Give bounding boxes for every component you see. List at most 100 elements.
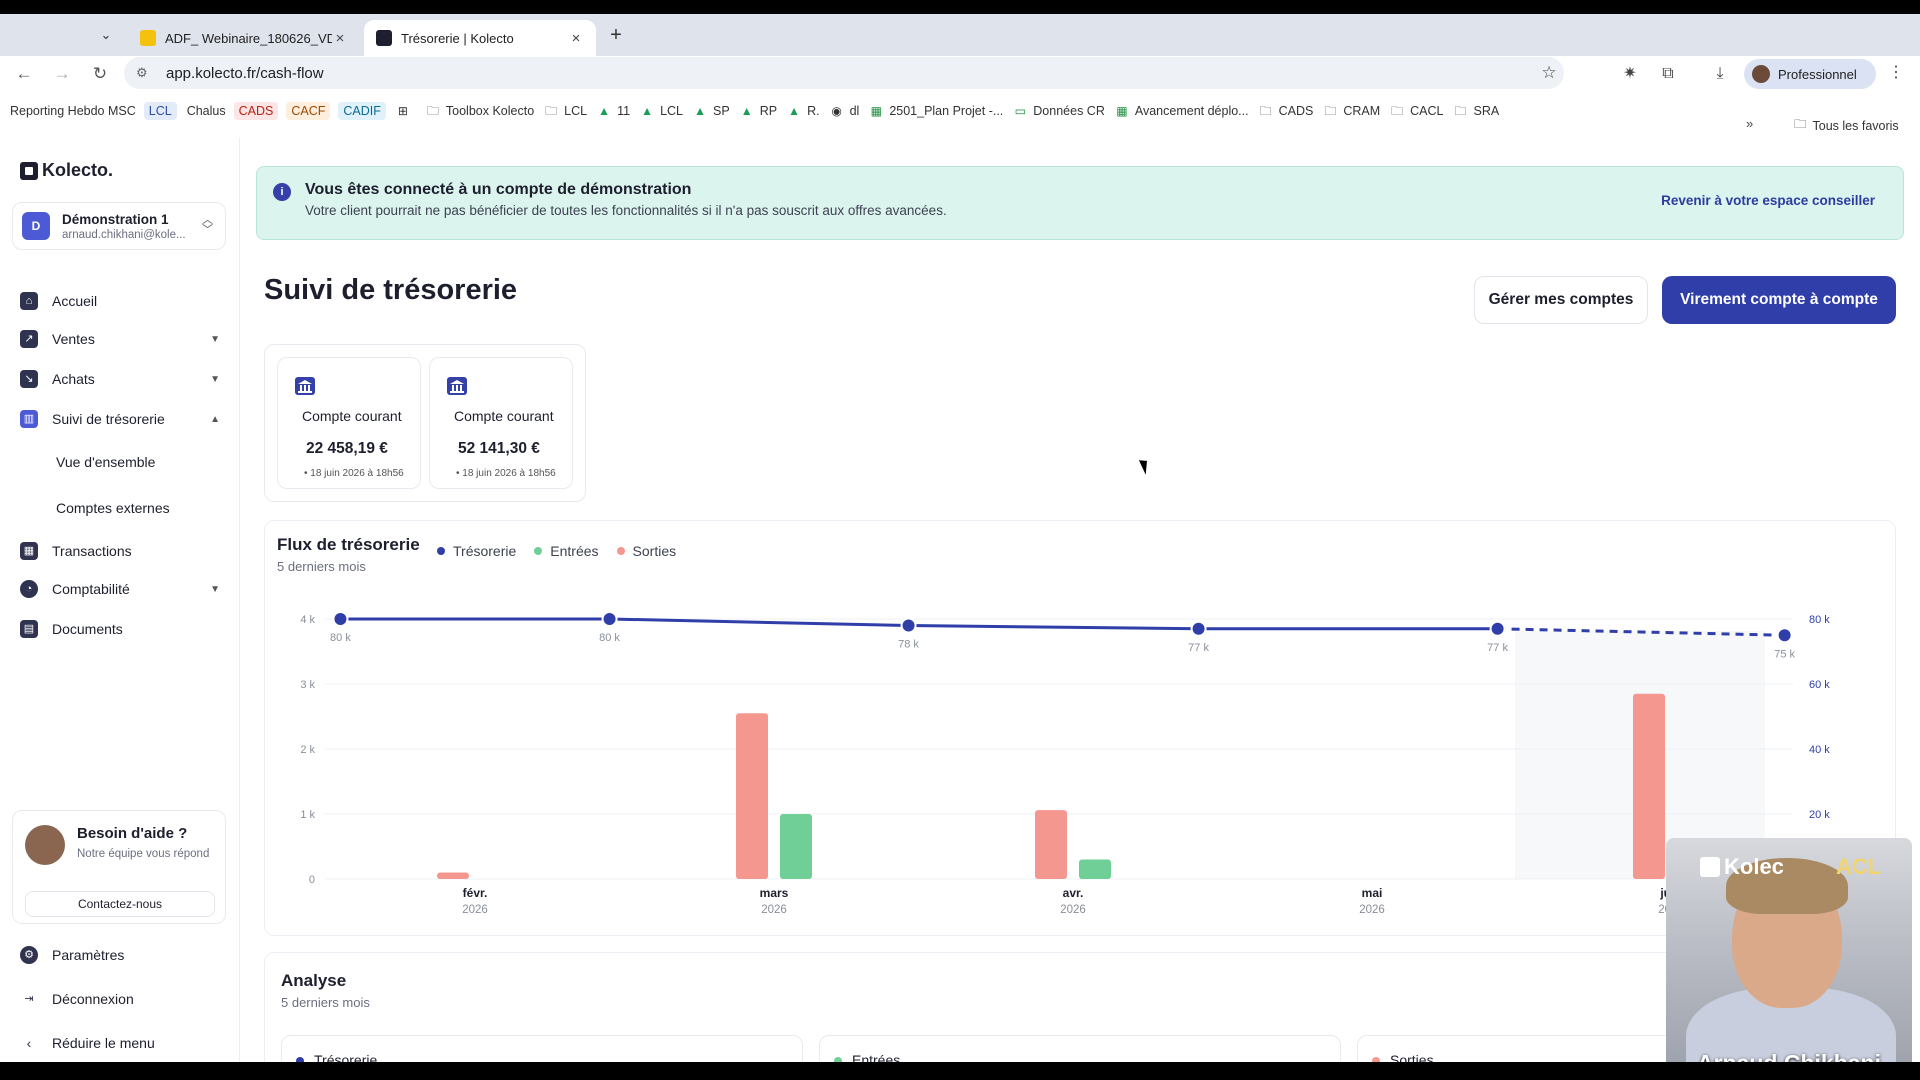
bookmark-6[interactable]: ⊞ [396,105,416,117]
bookmark-16[interactable]: ▭ Données CR [1013,104,1105,118]
kpi-entrees[interactable]: Entrées [819,1035,1341,1062]
more-bookmarks-icon[interactable]: » [1746,116,1753,131]
tab-tresorerie[interactable]: Trésorerie | Kolecto × [364,20,596,56]
drive-icon: ▲ [740,104,753,118]
sidebar-item-accueil[interactable]: ⌂ Accueil [20,286,220,316]
support-avatar [25,825,65,865]
bookmark-9[interactable]: ▲ 11 [597,104,630,118]
new-tab-icon[interactable]: + [604,24,628,48]
x-tick-label: févr. [463,886,488,900]
bookmark-21[interactable]: 🗀 SRA [1453,104,1499,118]
left-tick-label: 3 k [300,679,315,691]
treasury-point-4 [1489,620,1506,637]
logout-icon: ⇥ [24,993,34,1005]
bank-icon [447,377,467,395]
sidebar-item-parametres[interactable]: ⚙ Paramètres [20,940,220,970]
bookmark-14[interactable]: ◉ dl [830,104,859,118]
treasury-point-2 [900,617,917,634]
address-bar[interactable]: ⚙ app.kolecto.fr/cash-flow ☆ [124,57,1564,89]
account-card[interactable]: Compte courant 52 141,30 € • 18 juin 202… [429,357,573,489]
globe-icon: ◉ [831,104,842,118]
bookmark-0[interactable]: Reporting Hebdo MSC [10,104,136,118]
folder-icon: 🗀 [426,104,439,118]
url-text[interactable]: app.kolecto.fr/cash-flow [166,65,1534,82]
sidebar-item-documents[interactable]: ▤ Documents [20,614,220,644]
info-icon: i [273,183,291,201]
bookmark-20[interactable]: 🗀 CACL [1390,104,1443,118]
contact-button[interactable]: Contactez-nous [25,891,215,917]
slides-favicon-icon [140,30,156,46]
bookmark-18[interactable]: 🗀 CADS [1259,104,1314,118]
x-tick-label: mai [1362,886,1383,900]
bookmark-13[interactable]: ▲ R. [787,104,819,118]
close-tab-icon[interactable]: × [332,30,348,47]
account-balance: 52 141,30 € [458,440,540,457]
webcam-logo: Kolec [1700,854,1784,880]
folder-icon: 🗀 [1324,104,1337,118]
logo-icon [20,161,38,180]
bookmark-19[interactable]: 🗀 CRAM [1323,104,1380,118]
close-tab-icon[interactable]: × [568,30,584,47]
download-icon[interactable]: ⤓ [1706,60,1734,88]
account-card[interactable]: Compte courant 22 458,19 € • 18 juin 202… [277,357,421,489]
treasury-point-label: 77 k [1188,642,1209,654]
tab-webinaire[interactable]: ADF_ Webinaire_180626_VD × [128,20,360,56]
bookmark-12[interactable]: ▲ RP [740,104,777,118]
bookmark-10[interactable]: ▲ LCL [640,104,683,118]
puzzle-icon[interactable]: ⧉ [1654,60,1682,88]
transfer-button[interactable]: Virement compte à compte [1662,276,1896,324]
drive-icon: ▲ [641,104,654,118]
bookmark-3[interactable]: CADS [233,102,279,120]
all-bookmarks[interactable]: 🗀 Tous les favoris [1794,115,1899,136]
folder-icon: ▤ [20,620,38,638]
bookmark-2[interactable]: Chalus [187,104,226,118]
sidebar-collapse[interactable]: ‹ Réduire le menu [20,1028,220,1058]
sidebar-item-comptabilite[interactable]: ◔ Comptabilité ▼ [20,574,220,604]
site-settings-icon[interactable]: ⚙ [136,65,154,81]
right-tick-label: 60 k [1809,679,1830,691]
sidebar-item-achats[interactable]: ↘ Achats ▼ [20,364,220,394]
bookmark-4[interactable]: CACF [286,102,331,120]
sidebar-item-ventes[interactable]: ↗ Ventes ▼ [20,324,220,354]
sidebar-item-deconnexion[interactable]: ⇥ Déconnexion [20,984,220,1014]
sidebar-item-transactions[interactable]: ▦ Transactions [20,536,220,566]
help-card: Besoin d'aide ? Notre équipe vous répond… [12,810,226,924]
kolecto-logo[interactable]: Kolecto. [20,160,113,181]
bar-sorties-2 [1035,810,1067,879]
bookmark-15[interactable]: ▦ 2501_Plan Projet -... [869,104,1004,118]
cashflow-chart-card: Flux de trésorerie 5 derniers mois Tréso… [264,520,1896,936]
bookmark-17[interactable]: ▦ Avancement déplo... [1115,104,1248,118]
bookmark-star-icon[interactable]: ☆ [1534,63,1564,83]
manage-accounts-button[interactable]: Gérer mes comptes [1474,276,1648,324]
forward-icon[interactable]: → [48,60,76,88]
account-switcher[interactable]: D Démonstration 1 arnaud.chikhani@kole..… [12,202,226,250]
kpi-tresorerie[interactable]: Trésorerie [281,1035,803,1062]
browser-toolbar: ← → ↻ ⚙ app.kolecto.fr/cash-flow ☆ ✷ ⧉ ⤓… [0,56,1920,92]
bar-entrées-1 [780,814,812,879]
bookmark-8[interactable]: 🗀 LCL [544,104,587,118]
tab-search-icon[interactable]: ⌄ [94,24,118,46]
profile-button[interactable]: Professionnel [1744,59,1876,89]
back-icon[interactable]: ← [10,60,38,88]
sidebar-sub-vue-ensemble[interactable]: Vue d'ensemble [56,454,155,470]
extension-icon[interactable]: ✷ [1616,60,1644,88]
sidebar-item-suivi-tresorerie[interactable]: ▥ Suivi de trésorerie ▲ [20,404,220,434]
bar-sorties-1 [736,713,768,879]
account-email: arnaud.chikhani@kole... [62,228,186,241]
treasury-point-5 [1776,627,1793,644]
reload-icon[interactable]: ↻ [86,60,114,88]
menu-icon[interactable]: ⋮ [1888,62,1904,82]
sidebar-sub-comptes-externes[interactable]: Comptes externes [56,500,170,516]
bookmark-11[interactable]: ▲ SP [693,104,730,118]
bookmark-1[interactable]: LCL [143,102,177,120]
sidebar: Kolecto. D Démonstration 1 arnaud.chikha… [0,138,240,1062]
drive-icon: ▲ [694,104,706,118]
chevron-down-icon: ▼ [210,583,220,595]
account-avatar: D [22,212,50,240]
back-to-advisor-link[interactable]: Revenir à votre espace conseiller [1661,193,1875,208]
bank-icon [295,377,315,395]
x-tick-label: avr. [1063,886,1084,900]
bookmark-7[interactable]: 🗀 Toolbox Kolecto [426,104,534,118]
bookmark-5[interactable]: CADIF [338,102,386,120]
sales-icon: ↗ [20,330,38,348]
